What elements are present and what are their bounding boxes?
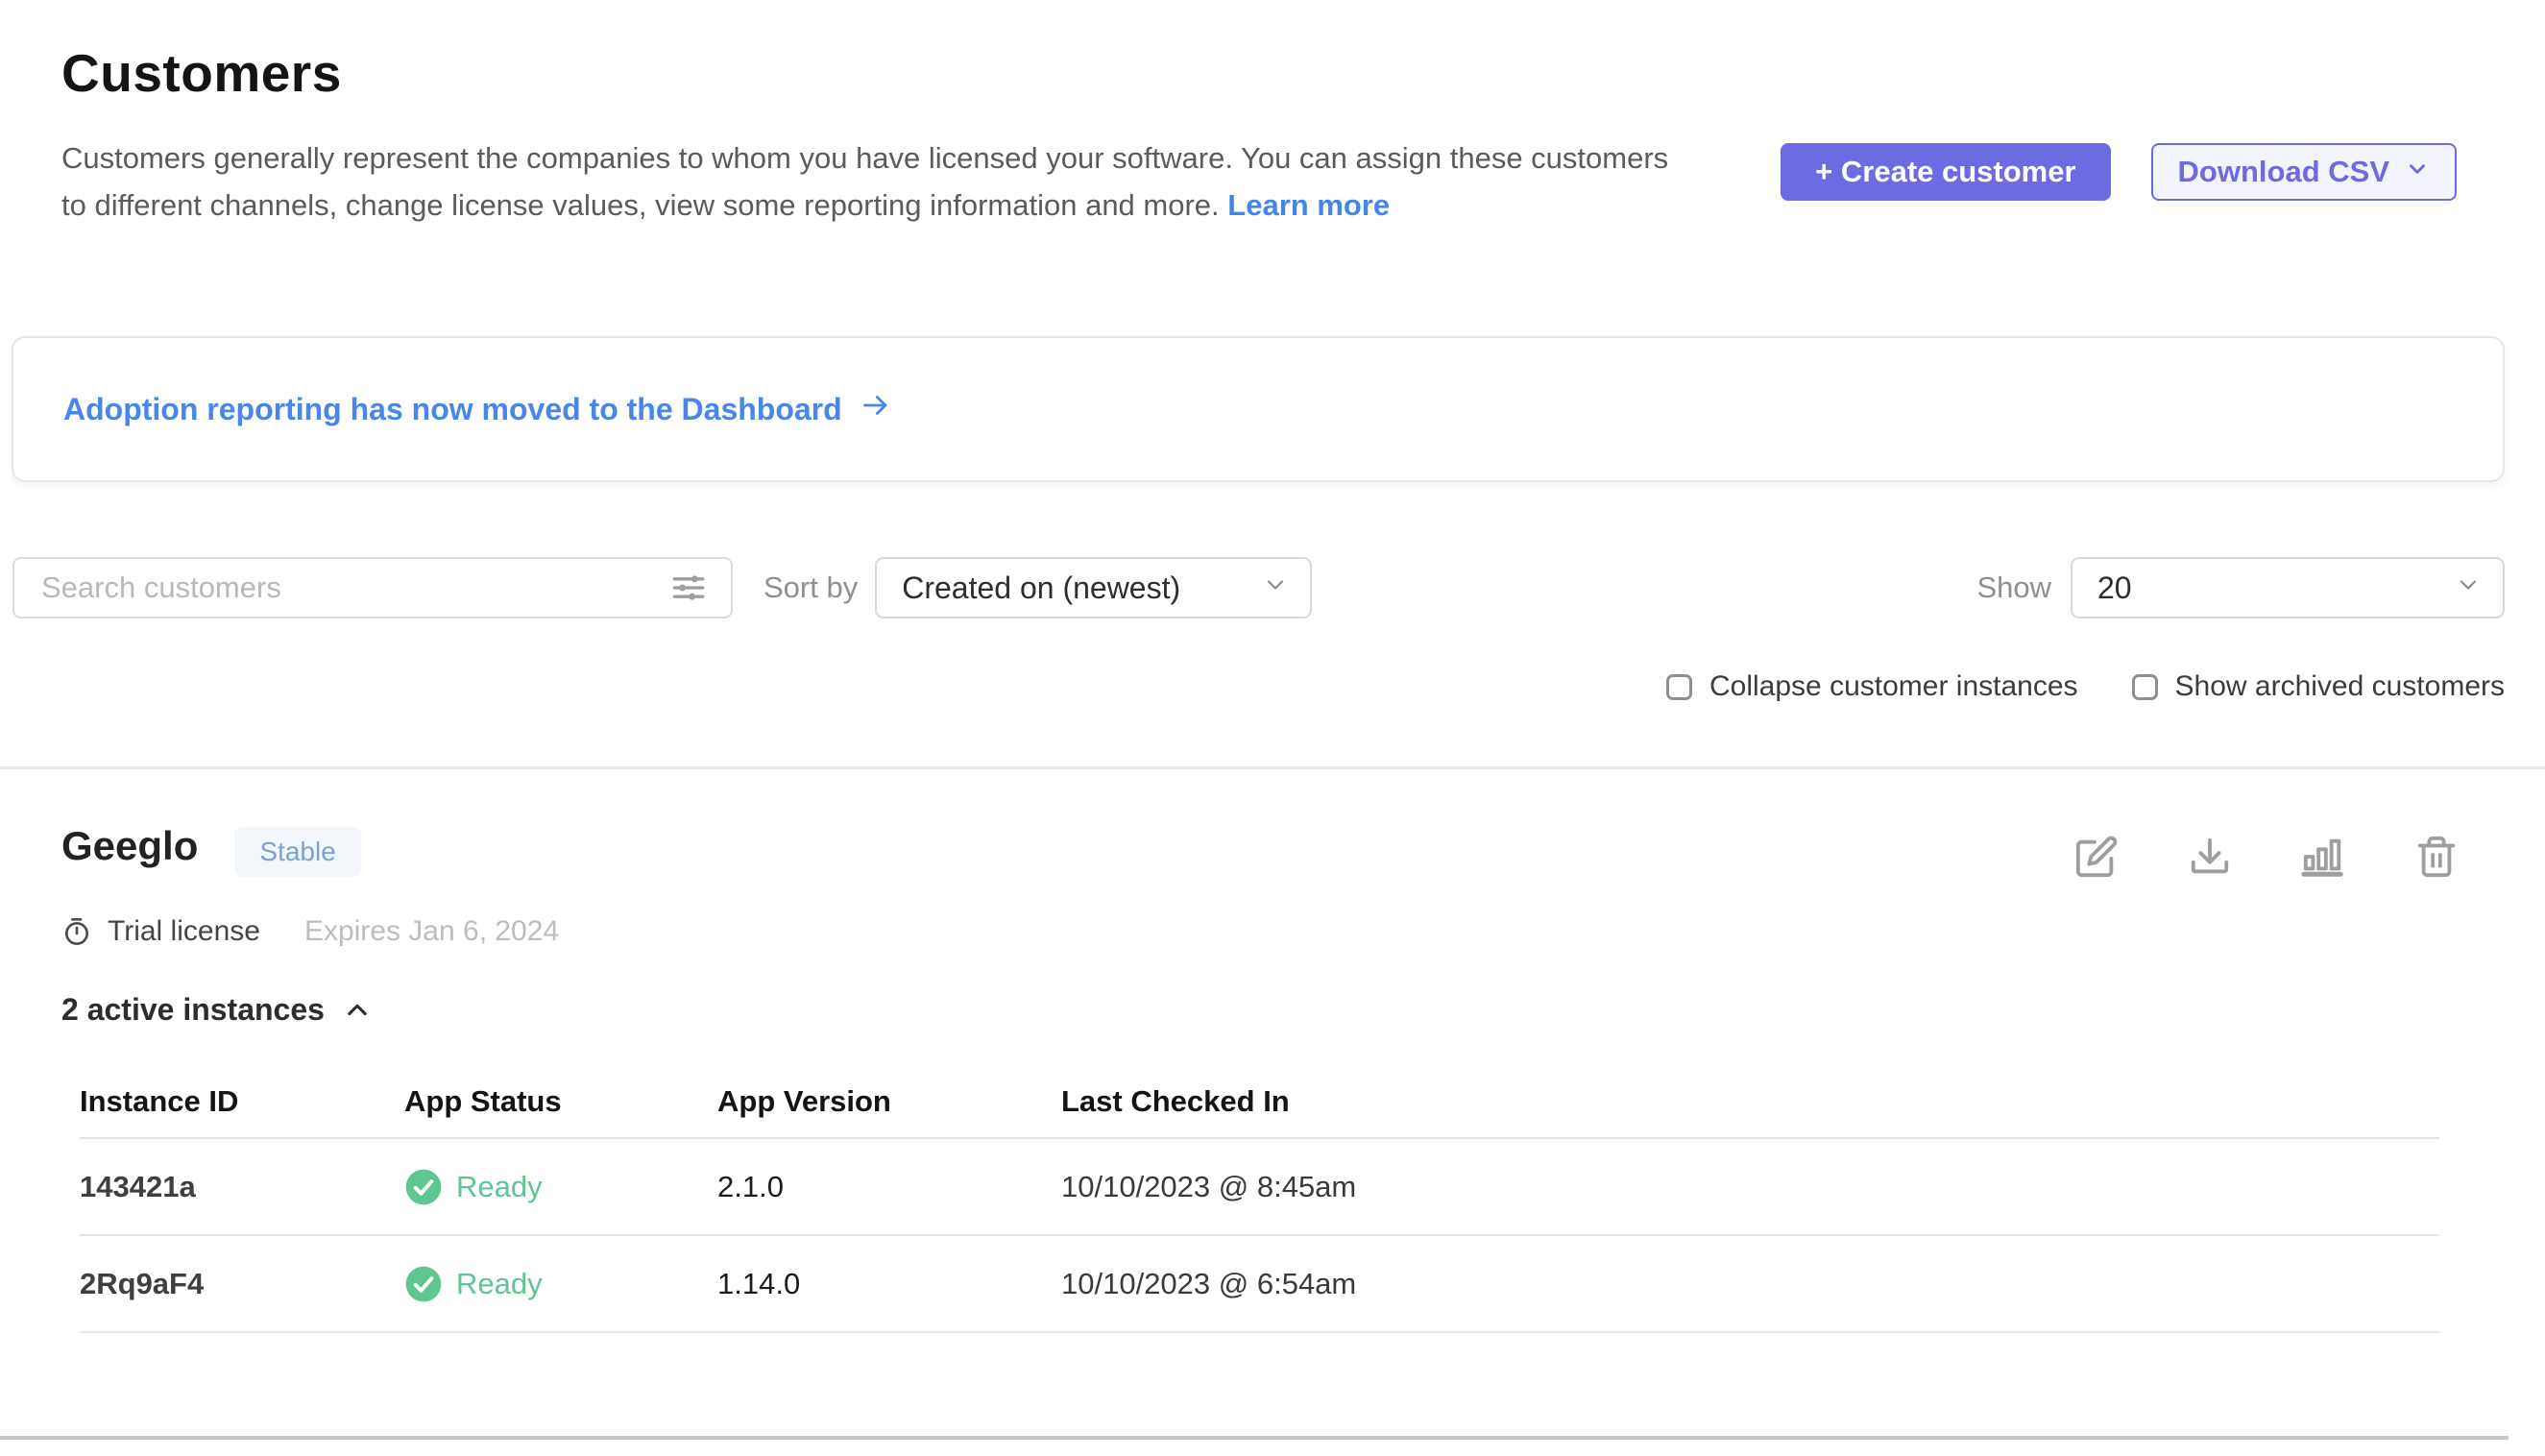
- chevron-down-icon: [2405, 155, 2430, 189]
- arrow-right-icon: [860, 389, 892, 429]
- divider: [0, 1436, 2509, 1440]
- download-csv-button[interactable]: Download CSV: [2151, 143, 2457, 201]
- last-checked-in: 10/10/2023 @ 6:54am: [1061, 1267, 2439, 1301]
- channel-badge: Stable: [234, 827, 360, 877]
- sort-by-label: Sort by: [764, 570, 858, 605]
- column-header-instance-id: Instance ID: [80, 1084, 404, 1119]
- instance-id: 143421a: [80, 1170, 404, 1204]
- bar-chart-icon[interactable]: [2301, 835, 2345, 879]
- header-actions: + Create customer Download CSV: [1781, 143, 2457, 201]
- check-circle-icon: [404, 1168, 443, 1206]
- table-options: Collapse customer instances Show archive…: [0, 670, 2505, 703]
- adoption-reporting-banner: Adoption reporting has now moved to the …: [12, 336, 2505, 482]
- show-archived-option[interactable]: Show archived customers: [2132, 670, 2505, 703]
- search-input[interactable]: [41, 570, 627, 605]
- column-header-app-status: App Status: [404, 1084, 717, 1119]
- show-archived-checkbox[interactable]: [2132, 674, 2158, 700]
- app-status: Ready: [404, 1168, 717, 1206]
- app-status-label: Ready: [456, 1267, 543, 1301]
- customer-actions: [2074, 835, 2459, 879]
- page-description: Customers generally represent the compan…: [61, 134, 1675, 229]
- sort-select[interactable]: Created on (newest): [875, 557, 1312, 619]
- app-version: 1.14.0: [717, 1267, 1061, 1301]
- app-status-label: Ready: [456, 1170, 543, 1204]
- create-customer-button[interactable]: + Create customer: [1781, 143, 2110, 201]
- table-row[interactable]: 143421a Ready 2.1.0 10/10/2023 @ 8:45am: [80, 1139, 2439, 1236]
- download-csv-label: Download CSV: [2178, 155, 2389, 189]
- license-expiry: Expires Jan 6, 2024: [304, 915, 559, 948]
- timer-icon: [61, 916, 92, 947]
- show-select[interactable]: 20: [2071, 557, 2505, 619]
- collapse-instances-option[interactable]: Collapse customer instances: [1666, 670, 2078, 703]
- search-box: [12, 557, 733, 619]
- show-label: Show: [1976, 570, 2051, 605]
- instances-table: Instance ID App Status App Version Last …: [80, 1066, 2439, 1333]
- instances-summary: 2 active instances: [61, 992, 325, 1028]
- show-selected-value: 20: [2097, 570, 2132, 606]
- sort-selected-value: Created on (newest): [902, 570, 1180, 606]
- table-row[interactable]: 2Rq9aF4 Ready 1.14.0 10/10/2023 @ 6:54am: [80, 1236, 2439, 1333]
- download-icon[interactable]: [2188, 835, 2232, 879]
- check-circle-icon: [404, 1265, 443, 1303]
- column-header-app-version: App Version: [717, 1084, 1061, 1119]
- edit-icon[interactable]: [2074, 835, 2119, 879]
- trash-icon[interactable]: [2414, 835, 2459, 879]
- instances-table-header: Instance ID App Status App Version Last …: [80, 1066, 2439, 1139]
- chevron-up-icon: [344, 997, 371, 1024]
- sliders-icon[interactable]: [667, 567, 710, 609]
- app-version: 2.1.0: [717, 1170, 1061, 1204]
- customer-card: Geeglo Stable Trial license Expires Jan …: [0, 769, 2545, 1333]
- instance-id: 2Rq9aF4: [80, 1267, 404, 1301]
- filter-toolbar: Sort by Created on (newest) Show 20: [12, 557, 2505, 619]
- collapse-instances-checkbox[interactable]: [1666, 674, 1692, 700]
- description-text: Customers generally represent the compan…: [61, 141, 1668, 222]
- chevron-down-icon: [2455, 570, 2482, 606]
- page-title: Customers: [61, 42, 2457, 104]
- instances-toggle[interactable]: 2 active instances: [61, 992, 371, 1028]
- chevron-down-icon: [1262, 570, 1289, 606]
- collapse-instances-label: Collapse customer instances: [1709, 670, 2078, 703]
- page-header: Customers Customers generally represent …: [0, 0, 2545, 229]
- customer-name[interactable]: Geeglo: [61, 823, 198, 869]
- license-type: Trial license: [108, 915, 260, 948]
- app-status: Ready: [404, 1265, 717, 1303]
- banner-message: Adoption reporting has now moved to the …: [63, 392, 842, 427]
- show-archived-label: Show archived customers: [2175, 670, 2505, 703]
- adoption-reporting-link[interactable]: Adoption reporting has now moved to the …: [63, 389, 892, 429]
- last-checked-in: 10/10/2023 @ 8:45am: [1061, 1170, 2439, 1204]
- column-header-last-checked-in: Last Checked In: [1061, 1084, 2439, 1119]
- learn-more-link[interactable]: Learn more: [1227, 188, 1390, 222]
